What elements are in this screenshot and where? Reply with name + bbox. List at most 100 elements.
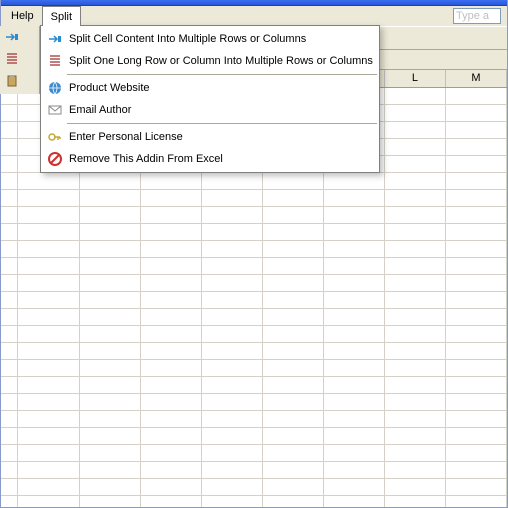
cell[interactable] bbox=[141, 309, 202, 325]
cell[interactable] bbox=[18, 445, 79, 461]
menu-help[interactable]: Help bbox=[3, 6, 42, 26]
cell[interactable] bbox=[141, 326, 202, 342]
cell[interactable] bbox=[324, 190, 385, 206]
cell[interactable] bbox=[324, 275, 385, 291]
cell[interactable] bbox=[385, 139, 446, 155]
cell[interactable] bbox=[446, 173, 507, 189]
cell[interactable] bbox=[1, 343, 18, 359]
cell[interactable] bbox=[1, 394, 18, 410]
cell[interactable] bbox=[141, 292, 202, 308]
cell[interactable] bbox=[18, 343, 79, 359]
cell[interactable] bbox=[1, 462, 18, 478]
cell[interactable] bbox=[1, 428, 18, 444]
cell[interactable] bbox=[1, 105, 18, 121]
cell[interactable] bbox=[263, 207, 324, 223]
cell[interactable] bbox=[446, 156, 507, 172]
cell[interactable] bbox=[385, 275, 446, 291]
cell[interactable] bbox=[1, 496, 18, 507]
menu-item-email[interactable]: Email Author bbox=[41, 99, 379, 121]
cell[interactable] bbox=[385, 411, 446, 427]
cell[interactable] bbox=[1, 360, 18, 376]
cell[interactable] bbox=[385, 156, 446, 172]
cell[interactable] bbox=[263, 428, 324, 444]
cell[interactable] bbox=[1, 411, 18, 427]
grid-row[interactable] bbox=[1, 394, 507, 411]
cell[interactable] bbox=[18, 496, 79, 507]
cell[interactable] bbox=[1, 122, 18, 138]
cell[interactable] bbox=[141, 479, 202, 495]
cell[interactable] bbox=[141, 445, 202, 461]
cell[interactable] bbox=[446, 496, 507, 507]
grid-row[interactable] bbox=[1, 377, 507, 394]
cell[interactable] bbox=[80, 428, 141, 444]
cell[interactable] bbox=[385, 190, 446, 206]
grid-row[interactable] bbox=[1, 309, 507, 326]
grid-row[interactable] bbox=[1, 258, 507, 275]
cell[interactable] bbox=[446, 326, 507, 342]
cell[interactable] bbox=[385, 224, 446, 240]
cell[interactable] bbox=[80, 292, 141, 308]
cell[interactable] bbox=[80, 411, 141, 427]
cell[interactable] bbox=[263, 394, 324, 410]
grid-row[interactable] bbox=[1, 275, 507, 292]
menu-item-website[interactable]: Product Website bbox=[41, 77, 379, 99]
cell[interactable] bbox=[1, 445, 18, 461]
cell[interactable] bbox=[324, 411, 385, 427]
grid-row[interactable] bbox=[1, 241, 507, 258]
cell[interactable] bbox=[80, 241, 141, 257]
cell[interactable] bbox=[202, 190, 263, 206]
cell[interactable] bbox=[80, 377, 141, 393]
cell[interactable] bbox=[141, 224, 202, 240]
cell[interactable] bbox=[324, 173, 385, 189]
cell[interactable] bbox=[324, 343, 385, 359]
cell[interactable] bbox=[141, 275, 202, 291]
cell[interactable] bbox=[1, 224, 18, 240]
cell[interactable] bbox=[18, 479, 79, 495]
cell[interactable] bbox=[141, 394, 202, 410]
cell[interactable] bbox=[324, 496, 385, 507]
cell[interactable] bbox=[324, 326, 385, 342]
menu-item-remove[interactable]: Remove This Addin From Excel bbox=[41, 148, 379, 170]
cell[interactable] bbox=[141, 360, 202, 376]
cell[interactable] bbox=[446, 411, 507, 427]
cell[interactable] bbox=[202, 496, 263, 507]
cell[interactable] bbox=[446, 275, 507, 291]
cell[interactable] bbox=[18, 275, 79, 291]
cell[interactable] bbox=[385, 207, 446, 223]
flow-right-icon[interactable] bbox=[0, 26, 40, 48]
cell[interactable] bbox=[202, 411, 263, 427]
cell[interactable] bbox=[263, 309, 324, 325]
cell[interactable] bbox=[1, 173, 18, 189]
cell[interactable] bbox=[385, 326, 446, 342]
cell[interactable] bbox=[324, 445, 385, 461]
cell[interactable] bbox=[18, 394, 79, 410]
cell[interactable] bbox=[202, 258, 263, 274]
cell[interactable] bbox=[385, 428, 446, 444]
cell[interactable] bbox=[80, 326, 141, 342]
cell[interactable] bbox=[80, 173, 141, 189]
colhead-M[interactable]: M bbox=[446, 70, 507, 87]
doc-lines-icon[interactable] bbox=[0, 48, 40, 70]
grid-row[interactable] bbox=[1, 224, 507, 241]
cell[interactable] bbox=[446, 139, 507, 155]
cell[interactable] bbox=[446, 445, 507, 461]
cell[interactable] bbox=[141, 343, 202, 359]
cell[interactable] bbox=[446, 394, 507, 410]
cell[interactable] bbox=[324, 377, 385, 393]
cell[interactable] bbox=[202, 241, 263, 257]
cell[interactable] bbox=[385, 445, 446, 461]
cell[interactable] bbox=[18, 411, 79, 427]
cell[interactable] bbox=[263, 411, 324, 427]
cell[interactable] bbox=[18, 309, 79, 325]
cell[interactable] bbox=[80, 462, 141, 478]
clipboard-icon[interactable] bbox=[0, 70, 40, 92]
cell[interactable] bbox=[1, 377, 18, 393]
cell[interactable] bbox=[324, 428, 385, 444]
grid-row[interactable] bbox=[1, 343, 507, 360]
cell[interactable] bbox=[324, 360, 385, 376]
cell[interactable] bbox=[385, 88, 446, 104]
cell[interactable] bbox=[18, 462, 79, 478]
cell[interactable] bbox=[385, 462, 446, 478]
cell[interactable] bbox=[446, 343, 507, 359]
grid-row[interactable] bbox=[1, 462, 507, 479]
